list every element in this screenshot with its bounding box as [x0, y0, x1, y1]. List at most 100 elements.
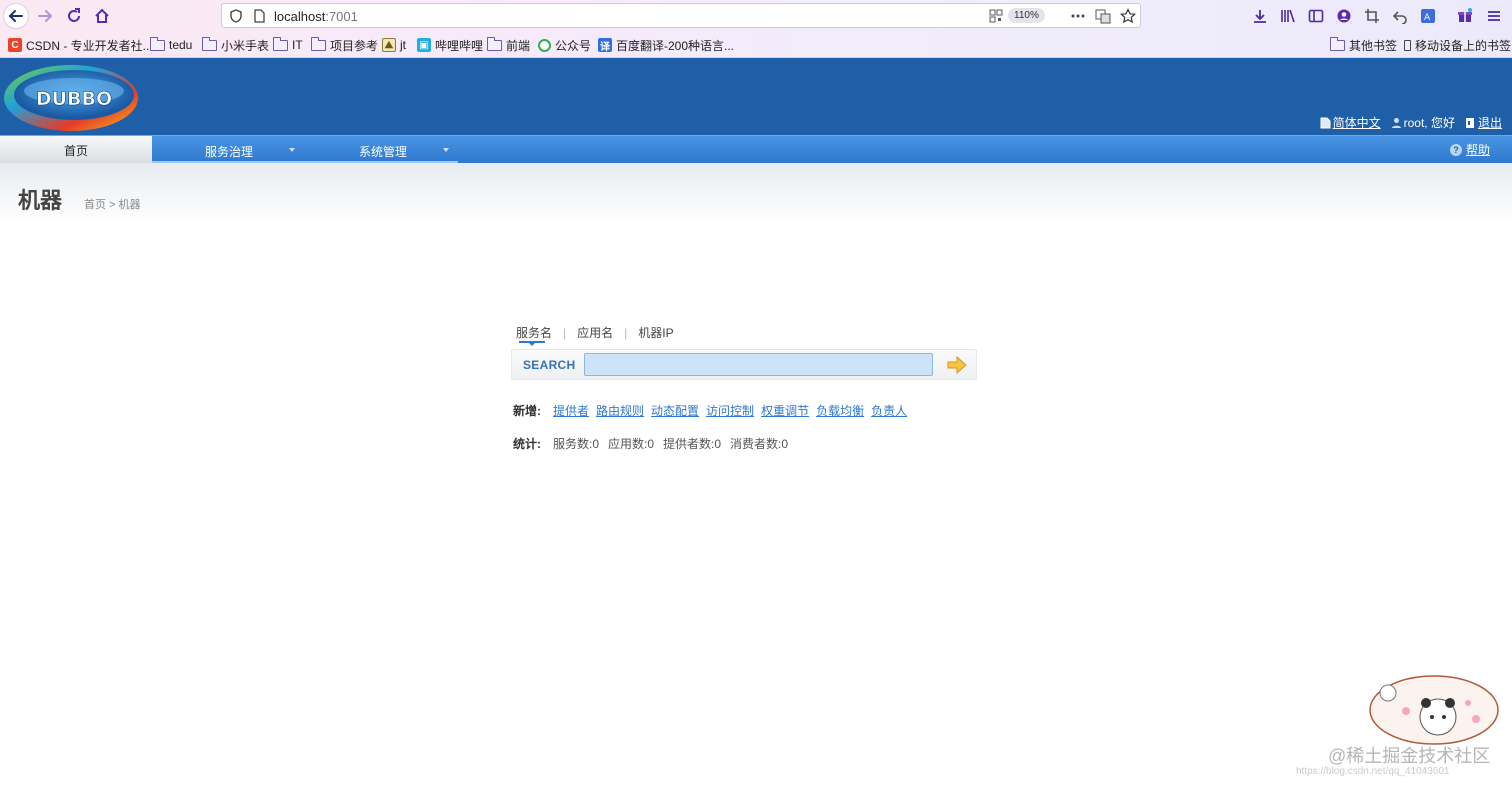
bookmark-other[interactable]: 其他书签 — [1330, 36, 1398, 53]
chevron-down-icon[interactable] — [289, 148, 295, 152]
active-tab-pointer — [529, 343, 535, 346]
nav-service-governance[interactable]: 服务治理 — [205, 136, 253, 164]
bookmark-star-icon[interactable] — [1120, 8, 1136, 24]
bookmark-label: 前端 — [506, 38, 531, 53]
tab-app-name[interactable]: 应用名 — [577, 324, 613, 341]
reload-button[interactable] — [61, 3, 87, 29]
greeting-text: root, 您好 — [1403, 116, 1455, 130]
bookmark-label: CSDN - 专业开发者社... — [26, 38, 153, 53]
logout-icon — [1465, 117, 1474, 128]
bookmark-label: 公众号 — [555, 38, 592, 53]
folder-icon — [1330, 36, 1345, 51]
search-tabs: 服务名 | 应用名 | 机器IP — [516, 324, 674, 341]
search-box: SEARCH — [511, 349, 977, 380]
bookmark-label: jt — [400, 38, 406, 52]
logout-link[interactable]: 退出 — [1465, 114, 1502, 131]
nav-label: 服务治理 — [205, 145, 254, 159]
menu-icon[interactable] — [1486, 8, 1502, 24]
add-load-balance-link[interactable]: 负载均衡 — [816, 402, 864, 419]
document-icon — [1320, 117, 1331, 128]
nav-system-management[interactable]: 系统管理 — [359, 136, 407, 164]
back-arrow-icon — [8, 10, 23, 22]
bilibili-favicon: ▣ — [417, 38, 431, 52]
bookmark-label: 小米手表 — [221, 38, 270, 53]
bookmark-xiaomi-watch[interactable]: 小米手表 — [202, 36, 270, 53]
nav-home[interactable]: 首页 — [0, 136, 152, 164]
bookmark-it[interactable]: IT — [273, 36, 303, 53]
search-input[interactable] — [584, 353, 933, 376]
translate-icon[interactable] — [1095, 8, 1111, 24]
stat-services: 服务数:0 — [553, 437, 600, 451]
nav-label: 系统管理 — [359, 145, 408, 159]
bookmark-label: IT — [292, 38, 303, 52]
add-owner-link[interactable]: 负责人 — [871, 402, 907, 419]
reload-icon — [68, 8, 80, 22]
folder-icon — [202, 36, 217, 51]
bookmark-mobile[interactable]: 移动设备上的书签 — [1404, 37, 1511, 53]
watermark-site: @稀土掘金技术社区 — [1328, 746, 1491, 766]
page-title: 机器 — [18, 188, 63, 213]
home-icon — [95, 8, 109, 23]
zoom-level[interactable]: 110% — [1008, 8, 1045, 23]
bookmark-label: 哔哩哔哩 — [435, 38, 484, 53]
forward-arrow-icon — [38, 10, 53, 22]
logout-label: 退出 — [1477, 116, 1502, 130]
url-port: :7001 — [325, 9, 358, 24]
add-access-control-link[interactable]: 访问控制 — [706, 402, 754, 419]
bookmarks-bar: C CSDN - 专业开发者社... tedu 小米手表 IT 项目参考 ⛰ j… — [0, 32, 1512, 58]
bookmark-label: 其他书签 — [1349, 38, 1398, 53]
language-link[interactable]: 简体中文 — [1320, 114, 1381, 131]
stat-providers: 提供者数:0 — [663, 437, 722, 451]
tab-separator: | — [624, 325, 628, 340]
add-route-rule-link[interactable]: 路由规则 — [596, 402, 644, 419]
add-dynamic-config-link[interactable]: 动态配置 — [651, 402, 699, 419]
chevron-down-icon[interactable] — [443, 148, 449, 152]
search-arrow-icon[interactable] — [946, 355, 968, 375]
search-label: SEARCH — [523, 358, 576, 372]
url-bar[interactable]: localhost:7001 110% — [221, 3, 1141, 28]
help-link[interactable]: ? 帮助 — [1449, 136, 1490, 164]
stats-label: 统计: — [513, 437, 541, 451]
stat-consumers: 消费者数:0 — [730, 437, 789, 451]
more-actions-icon[interactable] — [1070, 8, 1086, 24]
bookmark-bilibili[interactable]: ▣ 哔哩哔哩 — [417, 37, 483, 53]
dubbo-logo[interactable]: DUBBO — [2, 61, 140, 133]
stats-row: 统计: 服务数:0 应用数:0 提供者数:0 消费者数:0 — [513, 435, 790, 452]
browser-toolbar: localhost:7001 110% A — [0, 0, 1512, 32]
tab-service-name[interactable]: 服务名 — [516, 324, 552, 341]
bookmark-jt[interactable]: ⛰ jt — [382, 37, 406, 53]
qr-code-icon[interactable] — [988, 8, 1004, 24]
user-greeting: root, 您好 — [1391, 114, 1455, 131]
sidebar-icon[interactable] — [1308, 8, 1324, 24]
url-host: localhost — [274, 9, 326, 24]
undo-icon[interactable] — [1392, 8, 1408, 24]
user-links: 简体中文 root, 您好 退出 — [1320, 114, 1502, 131]
bookmark-wechat[interactable]: 公众号 — [538, 37, 591, 53]
tab-machine-ip[interactable]: 机器IP — [638, 324, 673, 341]
bookmark-frontend[interactable]: 前端 — [487, 36, 531, 53]
folder-icon — [273, 36, 288, 51]
add-weight-adjust-link[interactable]: 权重调节 — [761, 402, 809, 419]
forward-button[interactable] — [32, 3, 58, 29]
back-button[interactable] — [3, 3, 29, 29]
bookmark-baidu-translate[interactable]: 译 百度翻译-200种语言... — [598, 37, 734, 53]
breadcrumb[interactable]: 首页 > 机器 — [84, 196, 141, 212]
extensions-gift-icon[interactable] — [1457, 8, 1473, 24]
account-icon[interactable] — [1336, 8, 1352, 24]
screenshot-icon[interactable] — [1364, 8, 1380, 24]
downloads-icon[interactable] — [1252, 8, 1268, 24]
add-label: 新增: — [513, 404, 541, 418]
translate-extension-icon[interactable]: A — [1420, 8, 1436, 24]
home-button[interactable] — [89, 3, 115, 29]
bookmark-label: 百度翻译-200种语言... — [616, 38, 735, 53]
add-provider-link[interactable]: 提供者 — [553, 402, 589, 419]
bookmark-label: tedu — [169, 38, 193, 52]
tab-separator: | — [563, 325, 567, 340]
bookmark-csdn[interactable]: C CSDN - 专业开发者社... — [8, 37, 153, 53]
shield-icon[interactable] — [228, 8, 244, 24]
bookmark-project-ref[interactable]: 项目参考 — [311, 36, 378, 53]
main-nav: 首页 服务治理 系统管理 ? 帮助 — [0, 135, 1512, 164]
add-row: 新增: 提供者 路由规则 动态配置 访问控制 权重调节 负载均衡 负责人 — [513, 402, 907, 419]
library-icon[interactable] — [1280, 8, 1296, 24]
bookmark-tedu[interactable]: tedu — [150, 36, 193, 53]
